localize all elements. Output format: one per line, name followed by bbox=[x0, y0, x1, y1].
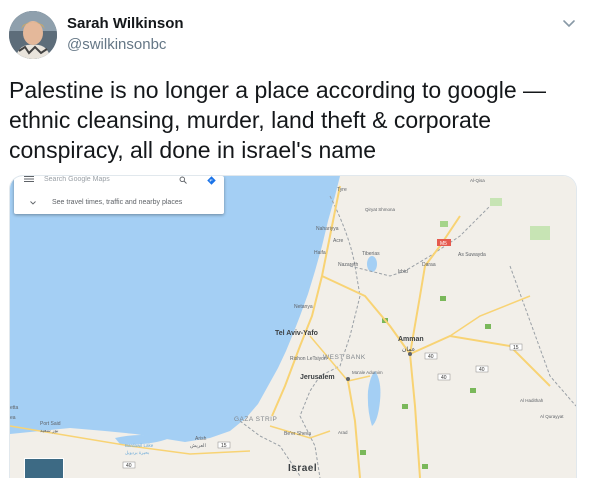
map-label-nazareth: Nazareth bbox=[338, 262, 359, 268]
map-suggestion-row[interactable]: See travel times, traffic and nearby pla… bbox=[18, 195, 228, 214]
tweet-media-map-screenshot[interactable]: M5 40 15 40 40 40 15 Tyre Qiryat Shmona … bbox=[9, 175, 577, 478]
map-label-port-said-arabic: بور سعيد bbox=[40, 428, 59, 434]
map-label-etta: etta bbox=[10, 405, 19, 411]
road-shield: M5 bbox=[440, 241, 447, 247]
map-label-al-hadithah: Al Hadithah bbox=[520, 398, 544, 403]
author-name[interactable]: Sarah Wilkinson bbox=[67, 15, 184, 32]
map-label-arish: Arish bbox=[195, 436, 207, 442]
map-label-beer-sheva: Be'er Sheva bbox=[284, 431, 311, 437]
road-shield: 15 bbox=[221, 443, 227, 449]
map-label-amman-arabic: عمان bbox=[402, 346, 415, 353]
map-label-maale-adumim: Ma'ale Adumim bbox=[352, 370, 383, 375]
map-label-tel-aviv: Tel Aviv-Yafo bbox=[275, 330, 318, 337]
map-label-tiberias: Tiberias bbox=[362, 251, 380, 257]
road-shield: 40 bbox=[126, 463, 132, 469]
road-shield: 40 bbox=[441, 375, 447, 381]
map-label-qiryat-shmona: Qiryat Shmona bbox=[365, 207, 396, 212]
google-map: M5 40 15 40 40 40 15 Tyre Qiryat Shmona … bbox=[10, 176, 576, 478]
map-search-input[interactable]: Search Google Maps bbox=[44, 176, 110, 183]
road-shield: 40 bbox=[479, 367, 485, 373]
tweet-card: Sarah Wilkinson @swilkinsonbc Palestine … bbox=[0, 0, 592, 478]
map-label-haifa: Haifa bbox=[314, 250, 326, 256]
map-label-west-bank: WEST BANK bbox=[323, 354, 366, 361]
more-options-caret-icon[interactable] bbox=[559, 15, 579, 33]
map-label-israel: Israel bbox=[288, 463, 317, 474]
map-label-irbid: Irbid bbox=[398, 269, 408, 275]
map-suggestion-label: See travel times, traffic and nearby pla… bbox=[52, 199, 183, 206]
map-label-arish-arabic: العريش bbox=[190, 443, 206, 449]
map-label-al-qurayyat: Al Qurayyat bbox=[540, 414, 564, 419]
map-label-rishon: Rishon LeTsiyon bbox=[290, 356, 327, 362]
map-label-amman: Amman bbox=[398, 336, 424, 343]
map-label-bardawil: Bardawil Lake bbox=[125, 443, 154, 448]
chevron-down-icon bbox=[29, 200, 37, 206]
tweet-text: Palestine is no longer a place according… bbox=[9, 77, 547, 163]
hamburger-menu-icon[interactable] bbox=[24, 176, 34, 182]
map-label-daraa: Daraa bbox=[422, 262, 436, 268]
map-label-acre: Acre bbox=[333, 238, 344, 244]
map-label-port-said: Port Said bbox=[40, 421, 61, 427]
directions-icon[interactable] bbox=[207, 176, 216, 185]
layers-thumbnail[interactable] bbox=[24, 458, 64, 478]
road-shield: 40 bbox=[428, 354, 434, 360]
map-label-arad: Arad bbox=[338, 430, 348, 435]
map-label-ea: ea bbox=[10, 415, 16, 421]
map-label-jerusalem: Jerusalem bbox=[300, 374, 335, 381]
map-label-nahariyya: Nahariyya bbox=[316, 226, 339, 232]
map-label-gaza-strip: GAZA STRIP bbox=[234, 416, 277, 423]
search-icon[interactable] bbox=[179, 176, 187, 184]
road-shield: 15 bbox=[513, 345, 519, 351]
map-label-tyre: Tyre bbox=[337, 187, 347, 193]
avatar[interactable] bbox=[9, 11, 57, 59]
author-handle[interactable]: @swilkinsonbc bbox=[67, 36, 166, 53]
map-search-box[interactable]: Search Google Maps See travel times, tra… bbox=[14, 176, 224, 214]
map-label-al-qisa: Al-Qisa bbox=[470, 178, 485, 183]
map-label-as-suwayda: As Suwayda bbox=[458, 252, 486, 258]
map-label-netanya: Netanya bbox=[294, 304, 313, 310]
